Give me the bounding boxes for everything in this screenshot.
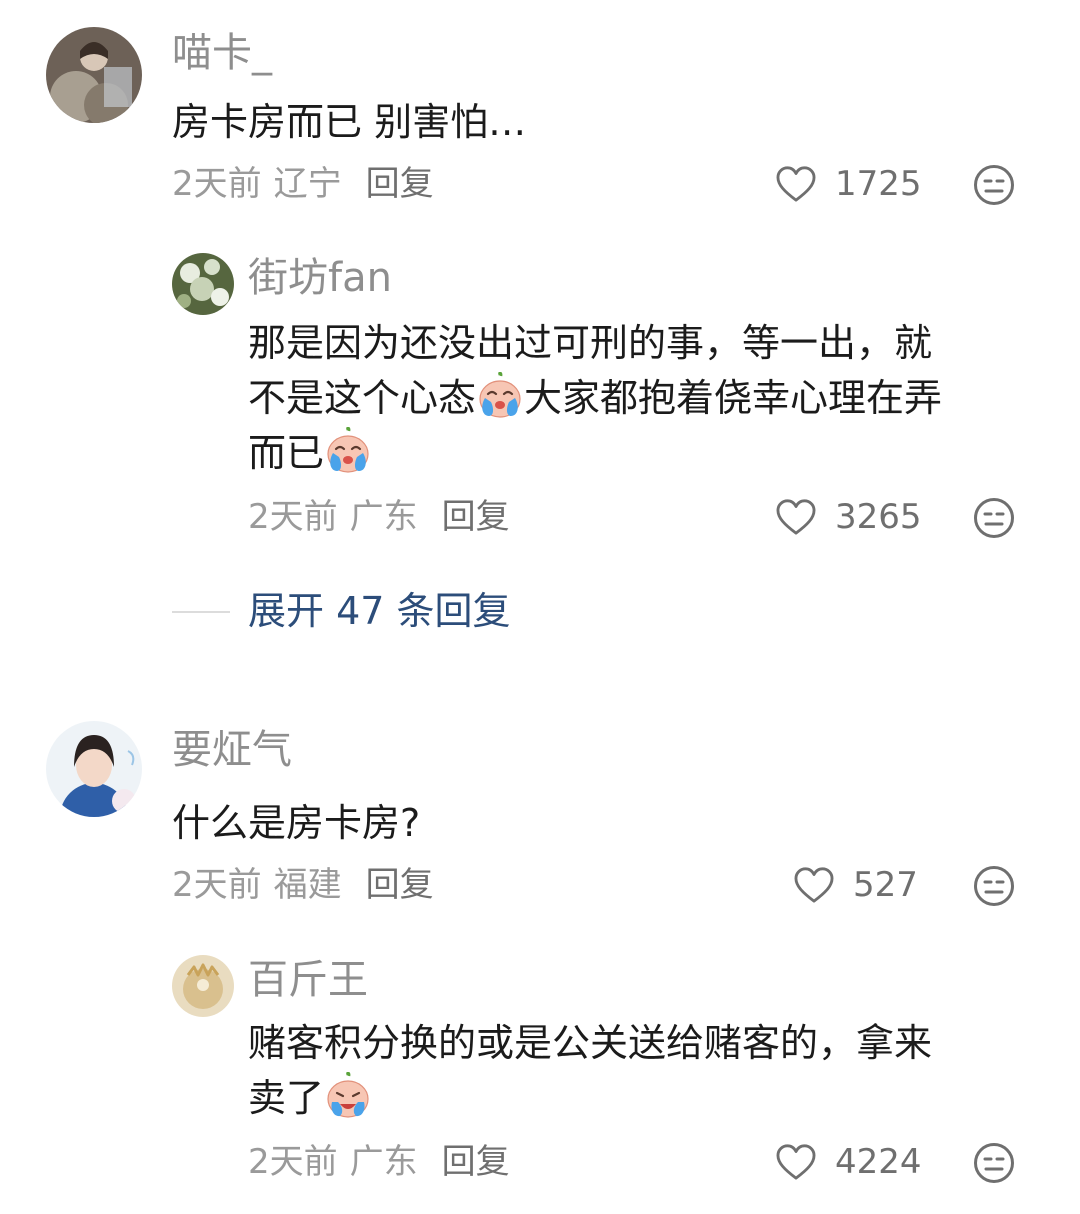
- comment-meta: 2天前 广东 回复: [248, 1145, 510, 1179]
- timestamp: 2天前: [172, 865, 262, 905]
- meh-face-icon: [973, 865, 1015, 907]
- comment-meta: 2天前 辽宁 回复: [172, 167, 434, 201]
- comment-text-line-wrapper: 卖了: [248, 1071, 932, 1126]
- like-count: 3265: [835, 497, 922, 537]
- like-count: 1725: [835, 164, 922, 204]
- expand-divider: [172, 611, 230, 613]
- reply-button[interactable]: 回复: [442, 1142, 510, 1182]
- like-count: 527: [853, 865, 918, 905]
- reply-button[interactable]: 回复: [366, 865, 434, 905]
- location: 广东: [349, 1142, 418, 1182]
- meh-face-icon: [973, 164, 1015, 206]
- comment-text-line: 不是这个心态: [248, 376, 477, 420]
- heart-outline-icon: [775, 1143, 817, 1181]
- comment-meta: 2天前 福建 回复: [172, 868, 434, 902]
- crying-face-emoji: [476, 372, 524, 420]
- dislike-button[interactable]: [973, 865, 1015, 907]
- like-button[interactable]: 527: [793, 866, 918, 904]
- comment-text-line: 卖了: [248, 1076, 325, 1120]
- username[interactable]: 百斤王: [248, 960, 368, 1000]
- username[interactable]: 要炡气: [172, 730, 292, 770]
- heart-outline-icon: [775, 498, 817, 536]
- reply-button[interactable]: 回复: [366, 164, 434, 204]
- comment-text[interactable]: 那是因为还没出过可刑的事，等一出，就 不是这个心态 大家都抱着侥幸心理在弄 而已: [248, 316, 942, 481]
- like-button[interactable]: 1725: [775, 165, 922, 203]
- timestamp: 2天前: [172, 164, 262, 204]
- avatar[interactable]: [46, 27, 142, 123]
- comment-text-line: 那是因为还没出过可刑的事，等一出，就: [248, 321, 933, 365]
- comment-text-line: 赌客积分换的或是公关送给赌客的，拿来: [248, 1021, 933, 1065]
- like-button[interactable]: 3265: [775, 498, 922, 536]
- comment-text-line-wrapper: 不是这个心态 大家都抱着侥幸心理在弄: [248, 371, 942, 426]
- comment-text-line: 大家都抱着侥幸心理在弄: [524, 376, 943, 420]
- location: 广东: [349, 497, 418, 537]
- avatar[interactable]: [46, 721, 142, 817]
- location: 福建: [273, 865, 342, 905]
- comment-text[interactable]: 房卡房而已 别害怕…: [172, 95, 526, 150]
- dislike-button[interactable]: [973, 1142, 1015, 1184]
- sobbing-face-emoji: [324, 1072, 372, 1120]
- username[interactable]: 街坊fan: [248, 258, 392, 298]
- crying-face-emoji: [324, 427, 372, 475]
- heart-outline-icon: [775, 165, 817, 203]
- expand-replies-button[interactable]: 展开 47 条回复: [248, 592, 511, 630]
- comment-text[interactable]: 赌客积分换的或是公关送给赌客的，拿来 卖了: [248, 1016, 932, 1126]
- meh-face-icon: [973, 497, 1015, 539]
- dislike-button[interactable]: [973, 497, 1015, 539]
- meh-face-icon: [973, 1142, 1015, 1184]
- timestamp: 2天前: [248, 1142, 338, 1182]
- comment-text-line-wrapper: 而已: [248, 426, 942, 481]
- comment-text[interactable]: 什么是房卡房?: [172, 796, 420, 851]
- like-count: 4224: [835, 1142, 922, 1182]
- heart-outline-icon: [793, 866, 835, 904]
- comment-text-line: 房卡房而已 别害怕…: [172, 100, 527, 144]
- like-button[interactable]: 4224: [775, 1143, 922, 1181]
- comment-meta: 2天前 广东 回复: [248, 500, 510, 534]
- dislike-button[interactable]: [973, 164, 1015, 206]
- timestamp: 2天前: [248, 497, 338, 537]
- comment-text-line: 而已: [248, 431, 325, 475]
- avatar[interactable]: [172, 955, 234, 1017]
- location: 辽宁: [273, 164, 342, 204]
- username[interactable]: 喵卡_: [172, 33, 272, 73]
- avatar[interactable]: [172, 253, 234, 315]
- reply-button[interactable]: 回复: [442, 497, 510, 537]
- comment-text-line: 什么是房卡房?: [172, 801, 421, 845]
